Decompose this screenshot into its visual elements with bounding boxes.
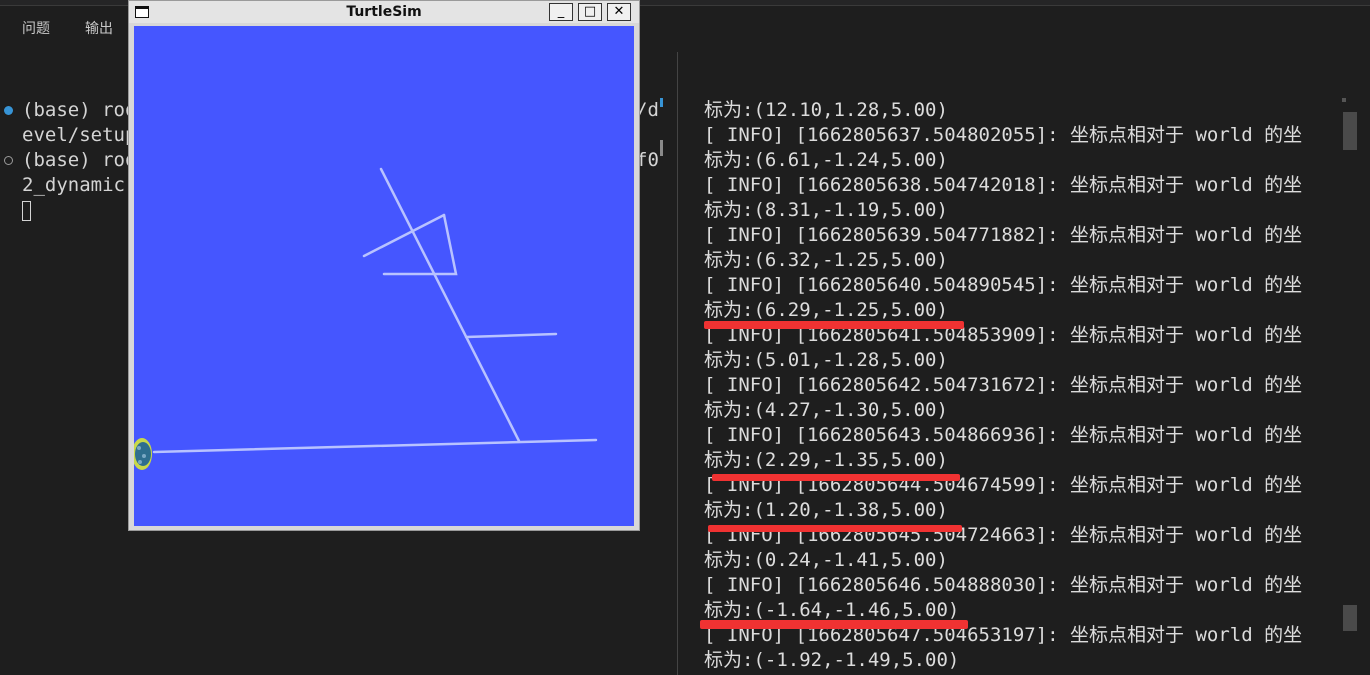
log-line: 标为:(1.20,-1.38,5.00) xyxy=(704,499,948,521)
trail-line xyxy=(379,167,521,443)
command-success-dot xyxy=(4,106,13,115)
trail-line xyxy=(152,438,598,454)
terminal-line: evel/setup xyxy=(22,124,137,146)
log-scrollbar[interactable] xyxy=(1343,52,1357,675)
log-line: 标为:(5.01,-1.28,5.00) xyxy=(704,349,948,371)
scroll-marker xyxy=(660,98,663,107)
log-line: 标为:(6.32,-1.25,5.00) xyxy=(704,249,948,271)
log-line: 标为:(8.31,-1.19,5.00) xyxy=(704,199,948,221)
trail-line xyxy=(362,213,446,258)
turtlesim-window[interactable]: TurtleSim _ □ ✕ xyxy=(128,0,640,531)
tab-problems[interactable]: 问题 xyxy=(22,18,50,38)
log-line: 标为:(4.27,-1.30,5.00) xyxy=(704,399,948,421)
right-terminal-log[interactable]: 标为:(12.10,1.28,5.00) [ INFO] [1662805637… xyxy=(704,98,1324,673)
log-line: 标为:(2.29,-1.35,5.00) xyxy=(704,449,948,471)
log-line: [ INFO] [1662805637.504802055]: 坐标点相对于 w… xyxy=(704,124,1303,146)
red-highlight-underline xyxy=(704,321,964,329)
red-highlight-underline xyxy=(700,620,968,629)
log-line: [ INFO] [1662805639.504771882]: 坐标点相对于 w… xyxy=(704,224,1303,246)
log-line: [ INFO] [1662805646.504888030]: 坐标点相对于 w… xyxy=(704,574,1303,596)
turtlesim-titlebar[interactable]: TurtleSim _ □ ✕ xyxy=(129,1,639,23)
trail-line xyxy=(464,332,558,339)
command-running-dot xyxy=(4,156,13,165)
log-line: [ INFO] [1662805638.504742018]: 坐标点相对于 w… xyxy=(704,174,1303,196)
turtle-icon xyxy=(134,438,152,470)
maximize-button[interactable]: □ xyxy=(578,3,602,21)
log-line: [ INFO] [1662805642.504731672]: 坐标点相对于 w… xyxy=(704,374,1303,396)
terminal-line: 2_dynamic xyxy=(22,174,125,196)
terminal-cursor xyxy=(22,201,31,221)
log-line: 标为:(6.61,-1.24,5.00) xyxy=(704,149,948,171)
log-line: 标为:(0.24,-1.41,5.00) xyxy=(704,549,948,571)
log-line: [ INFO] [1662805643.504866936]: 坐标点相对于 w… xyxy=(704,424,1303,446)
log-line: [ INFO] [1662805640.504890545]: 坐标点相对于 w… xyxy=(704,274,1303,296)
scrollbar-marker xyxy=(1343,112,1357,150)
log-line: 标为:(-1.92,-1.49,5.00) xyxy=(704,649,960,671)
terminal-line: (base) roo xyxy=(22,99,137,121)
tab-output[interactable]: 输出 xyxy=(85,18,113,38)
terminal-split-divider[interactable] xyxy=(677,52,678,675)
log-line: 标为:(12.10,1.28,5.00) xyxy=(704,99,948,121)
scroll-marker xyxy=(660,140,663,156)
turtlesim-canvas xyxy=(134,26,634,526)
red-highlight-underline xyxy=(708,525,962,532)
scrollbar-thumb[interactable] xyxy=(1343,605,1357,631)
log-line: 标为:(6.29,-1.25,5.00) xyxy=(704,299,948,321)
turtle-trail-drawing xyxy=(134,167,598,470)
terminal-line: (base) roo xyxy=(22,149,137,171)
close-button[interactable]: ✕ xyxy=(607,3,631,21)
red-highlight-underline xyxy=(712,474,960,481)
minimize-button[interactable]: _ xyxy=(549,3,573,21)
